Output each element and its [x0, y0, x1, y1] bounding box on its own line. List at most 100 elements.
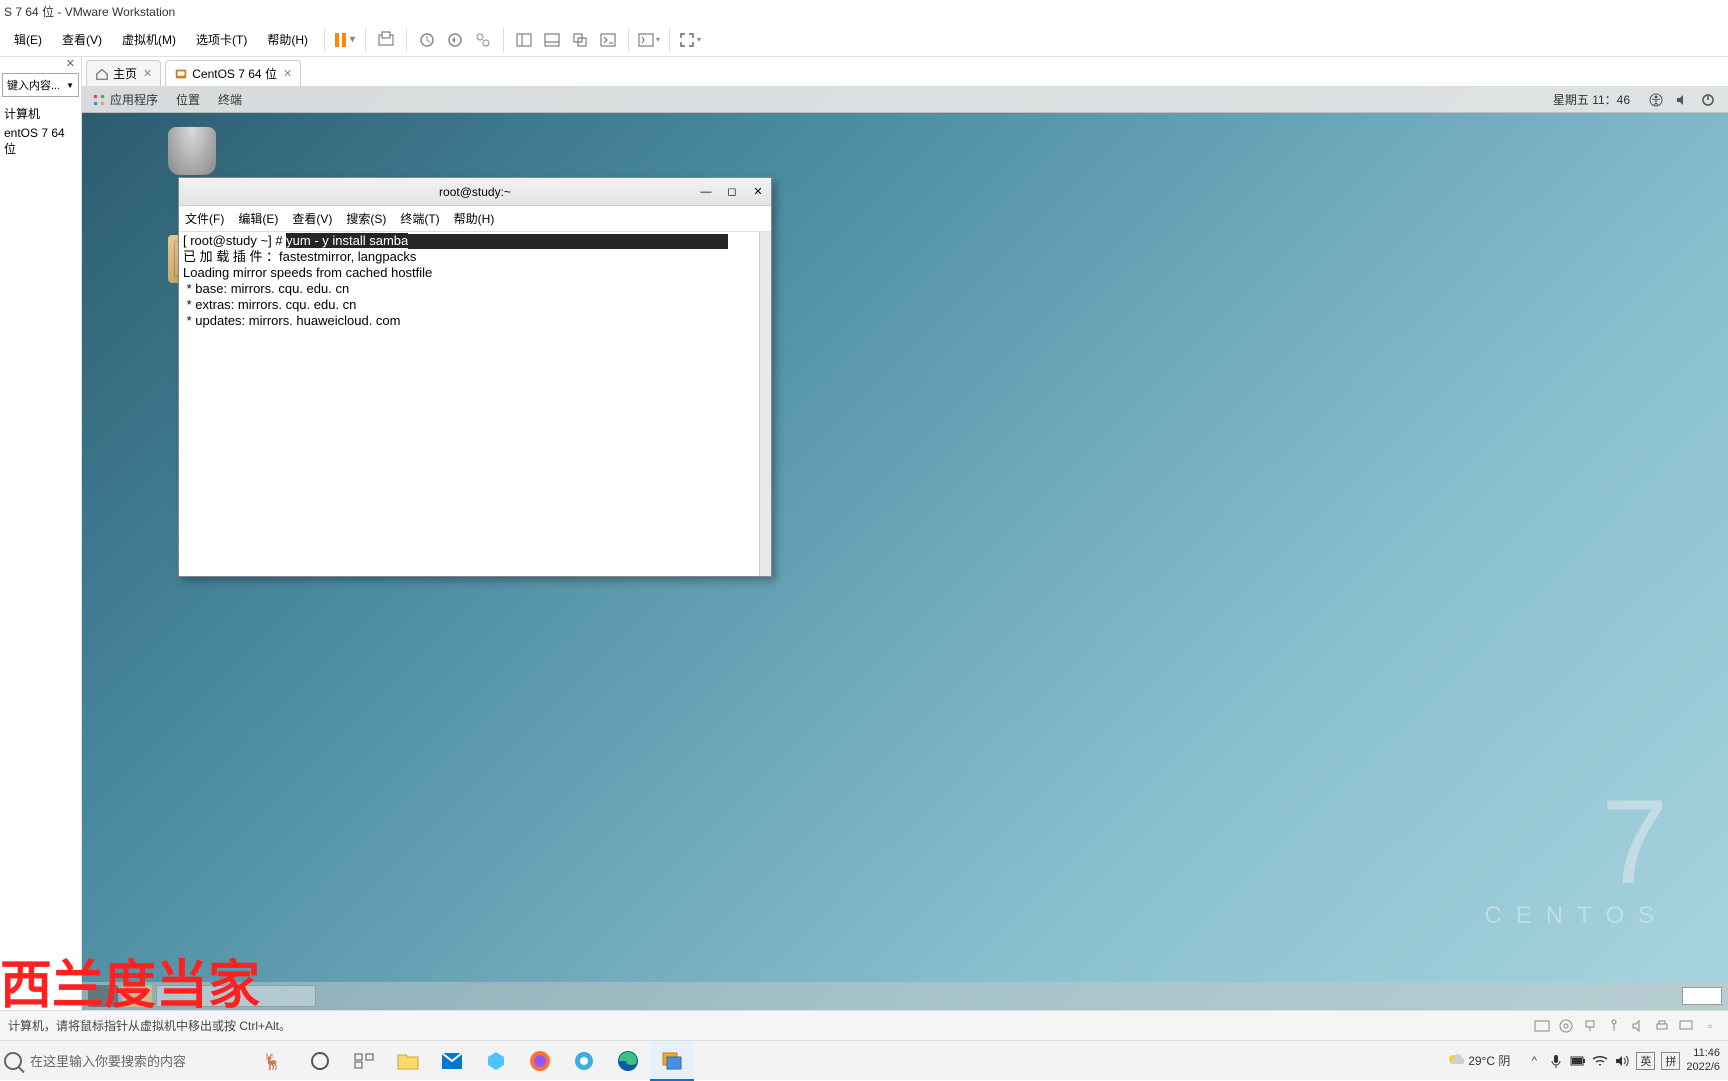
snapshot-take-icon[interactable]	[415, 28, 439, 52]
term-command-highlighted: yum - y install samba	[286, 233, 408, 248]
term-menu-help[interactable]: 帮助(H)	[454, 210, 495, 227]
workspace-switcher[interactable]	[1682, 987, 1722, 1005]
status-text: 计算机，请将鼠标指针从虚拟机中移出或按 Ctrl+Alt。	[8, 1017, 291, 1034]
library-tree: 计算机 entOS 7 64 位	[0, 99, 81, 163]
term-menu-file[interactable]: 文件(F)	[185, 210, 224, 227]
term-menu-edit[interactable]: 编辑(E)	[238, 210, 278, 227]
windows-taskbar: 在这里输入你要搜索的内容 🦌 29°C 阴 ^ 英 拼 11:46 2022/6	[0, 1040, 1728, 1080]
sidebar-close-icon[interactable]: ✕	[0, 57, 81, 71]
mail-icon[interactable]	[430, 1041, 474, 1081]
guest-desktop[interactable]: 应用程序 位置 终端 星期五 11：46 回 主	[82, 87, 1728, 1010]
terminal-body[interactable]: [ root@study ~] # yum - y install samba …	[179, 232, 771, 576]
message-log-icon[interactable]: ▫	[1700, 1018, 1720, 1034]
tray-battery-icon[interactable]	[1570, 1053, 1586, 1069]
term-menu-view[interactable]: 查看(V)	[292, 210, 332, 227]
quick-switch-icon[interactable]: ▾	[637, 28, 661, 52]
separator	[669, 28, 670, 52]
video-watermark: 西兰度当家	[0, 943, 260, 1018]
task-view-icon[interactable]	[342, 1041, 386, 1081]
gnome-terminal-menu[interactable]: 终端	[218, 91, 242, 108]
gnome-applications-menu[interactable]: 应用程序	[92, 91, 158, 108]
weather-widget[interactable]: 29°C 阴	[1446, 1052, 1510, 1070]
dropdown-icon[interactable]: ▼	[66, 81, 74, 90]
tray-wifi-icon[interactable]	[1592, 1053, 1608, 1069]
window-minimize-icon[interactable]: —	[697, 183, 715, 201]
taskbar-widget-icon[interactable]: 🦌	[254, 1041, 298, 1081]
edge-icon[interactable]	[606, 1041, 650, 1081]
sidebar-search-input[interactable]: 键入内容... ▼	[2, 73, 79, 97]
home-icon	[95, 67, 109, 81]
tree-node-computer[interactable]: 计算机	[4, 103, 77, 124]
device-usb-icon[interactable]	[1604, 1018, 1624, 1034]
window-close-icon[interactable]: ✕	[749, 183, 767, 201]
app-icon[interactable]	[474, 1041, 518, 1081]
tab-close-icon[interactable]: ✕	[143, 67, 152, 80]
gnome-places-menu[interactable]: 位置	[176, 91, 200, 108]
clock-time: 11:46	[1686, 1047, 1720, 1060]
term-line: Loading mirror speeds from cached hostfi…	[183, 265, 432, 280]
tray-mic-icon[interactable]	[1548, 1053, 1564, 1069]
trash-image	[168, 127, 216, 175]
send-ctrl-alt-del-icon[interactable]	[374, 28, 398, 52]
tree-node-vm[interactable]: entOS 7 64 位	[4, 124, 77, 159]
suspend-button[interactable]: ▾	[333, 28, 357, 52]
menu-edit[interactable]: 辑(E)	[4, 27, 52, 52]
gnome-top-bar: 应用程序 位置 终端 星期五 11：46	[82, 87, 1728, 113]
clock-date: 2022/6	[1686, 1061, 1720, 1074]
term-menu-terminal[interactable]: 终端(T)	[400, 210, 439, 227]
menu-view[interactable]: 查看(V)	[52, 27, 112, 52]
fullscreen-icon[interactable]: ▾	[678, 28, 702, 52]
menu-help[interactable]: 帮助(H)	[257, 27, 318, 52]
terminal-title-text: root@study:~	[439, 185, 511, 199]
device-display-icon[interactable]	[1676, 1018, 1696, 1034]
separator	[406, 28, 407, 52]
term-line: * base: mirrors. cqu. edu. cn	[183, 281, 349, 296]
tab-vm-label: CentOS 7 64 位	[192, 65, 277, 82]
ime-mode[interactable]: 拼	[1661, 1052, 1680, 1070]
gnome-clock[interactable]: 星期五 11：46	[1553, 91, 1630, 108]
vmware-menubar: 辑(E) 查看(V) 虚拟机(M) 选项卡(T) 帮助(H) ▾ ▾ ▾	[0, 23, 1728, 57]
svg-text:🦌: 🦌	[262, 1052, 282, 1071]
view-single-icon[interactable]	[512, 28, 536, 52]
taskbar-clock[interactable]: 11:46 2022/6	[1686, 1047, 1720, 1073]
tab-close-icon[interactable]: ✕	[283, 67, 292, 80]
cortana-icon[interactable]	[298, 1041, 342, 1081]
term-menu-search[interactable]: 搜索(S)	[346, 210, 386, 227]
search-placeholder: 键入内容...	[7, 77, 60, 93]
file-explorer-icon[interactable]	[386, 1041, 430, 1081]
term-line: 已 加 载 插 件 ：fastestmirror, langpacks	[183, 249, 416, 264]
weather-text: 29°C 阴	[1468, 1052, 1510, 1069]
tray-volume-icon[interactable]	[1614, 1053, 1630, 1069]
view-exclusive-icon[interactable]	[596, 28, 620, 52]
device-cd-icon[interactable]	[1556, 1018, 1576, 1034]
device-sound-icon[interactable]	[1628, 1018, 1648, 1034]
snapshot-manager-icon[interactable]	[471, 28, 495, 52]
app2-icon[interactable]	[562, 1041, 606, 1081]
terminal-scrollbar[interactable]	[759, 232, 771, 576]
windows-search-input[interactable]: 在这里输入你要搜索的内容	[4, 1045, 254, 1077]
terminal-window[interactable]: root@study:~ — ◻ ✕ 文件(F) 编辑(E) 查看(V) 搜索(…	[178, 177, 772, 577]
vmware-workstation-icon[interactable]	[650, 1041, 694, 1081]
firefox-icon[interactable]	[518, 1041, 562, 1081]
tray-chevron-icon[interactable]: ^	[1526, 1053, 1542, 1069]
search-icon	[4, 1052, 22, 1070]
menu-tabs[interactable]: 选项卡(T)	[186, 27, 257, 52]
window-maximize-icon[interactable]: ◻	[723, 183, 741, 201]
device-network-icon[interactable]	[1580, 1018, 1600, 1034]
device-printer-icon[interactable]	[1652, 1018, 1672, 1034]
snapshot-revert-icon[interactable]	[443, 28, 467, 52]
windows-tray: 29°C 阴 ^ 英 拼 11:46 2022/6	[1446, 1047, 1728, 1073]
term-label: 终端	[218, 91, 242, 108]
view-console-icon[interactable]	[540, 28, 564, 52]
tab-vm-centos[interactable]: CentOS 7 64 位 ✕	[165, 60, 301, 86]
menu-vm[interactable]: 虚拟机(M)	[112, 27, 186, 52]
terminal-titlebar[interactable]: root@study:~ — ◻ ✕	[179, 178, 771, 206]
search-placeholder: 在这里输入你要搜索的内容	[30, 1051, 186, 1070]
volume-icon[interactable]	[1672, 90, 1692, 110]
tab-home[interactable]: 主页 ✕	[86, 60, 161, 86]
power-icon[interactable]	[1698, 90, 1718, 110]
ime-lang[interactable]: 英	[1636, 1052, 1655, 1070]
view-unity-icon[interactable]	[568, 28, 592, 52]
device-hdd-icon[interactable]	[1532, 1018, 1552, 1034]
accessibility-icon[interactable]	[1646, 90, 1666, 110]
